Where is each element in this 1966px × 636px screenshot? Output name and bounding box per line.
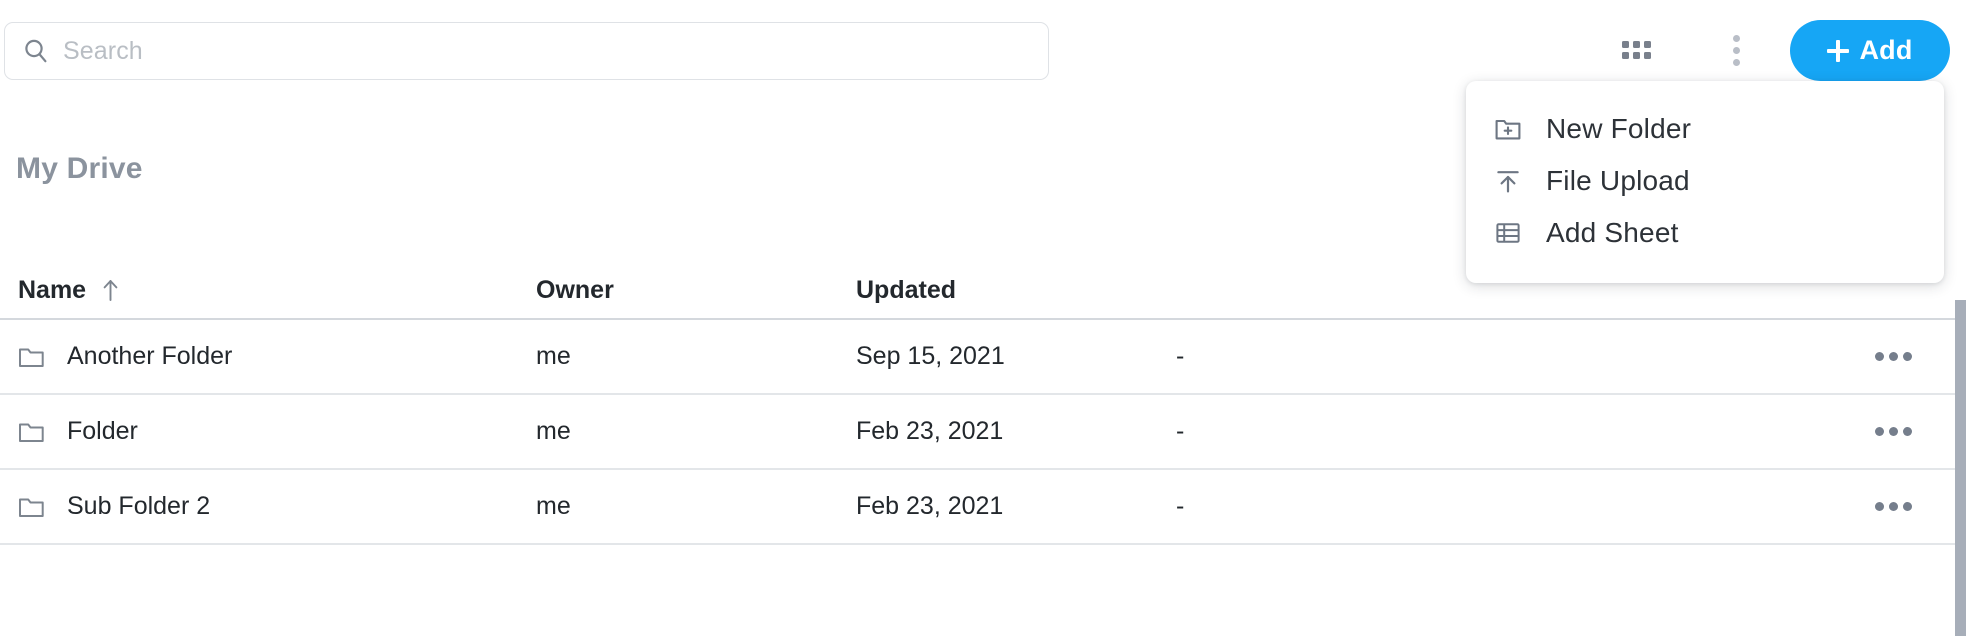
more-options-button[interactable] [1712,26,1760,74]
column-header-name[interactable]: Name [0,276,536,305]
table-row[interactable]: Another Folder me Sep 15, 2021 - [0,320,1960,395]
table-row[interactable]: Sub Folder 2 me Feb 23, 2021 - [0,470,1960,545]
file-name-cell: Folder [0,417,536,446]
file-size: - [1176,417,1185,445]
menu-item-add-sheet-label: Add Sheet [1546,217,1679,248]
menu-item-file-upload-label: File Upload [1546,165,1690,196]
row-actions-cell [1506,427,1960,436]
file-updated: Sep 15, 2021 [856,342,1005,370]
search-icon [23,38,49,64]
file-name-cell: Sub Folder 2 [0,492,536,521]
file-table: Name Owner Updated Another Folder me Sep… [0,262,1960,545]
ellipsis-icon[interactable] [1875,502,1912,511]
vertical-scrollbar[interactable] [1955,300,1966,636]
file-updated: Feb 23, 2021 [856,417,1004,445]
file-size: - [1176,342,1185,370]
page-title: My Drive [16,152,143,185]
column-header-owner-label: Owner [536,275,614,304]
scrollbar-thumb[interactable] [1955,300,1966,636]
file-size: - [1176,492,1185,520]
search-input[interactable] [63,36,1030,66]
menu-item-add-sheet[interactable]: Add Sheet [1466,207,1944,259]
file-name-cell: Another Folder [0,342,536,371]
column-header-name-label: Name [18,275,87,304]
file-name: Another Folder [67,342,233,370]
ellipsis-icon[interactable] [1875,427,1912,436]
plus-icon [1827,39,1850,62]
row-actions-cell [1506,502,1960,511]
sheet-icon [1494,219,1522,247]
add-button[interactable]: Add [1790,20,1950,81]
ellipsis-icon[interactable] [1875,352,1912,361]
upload-icon [1494,167,1522,195]
folder-plus-icon [1494,115,1522,143]
file-name: Folder [67,417,138,445]
add-dropdown-menu: New Folder File Upload Add Sheet [1466,81,1944,283]
grid-view-button[interactable] [1612,26,1660,74]
table-row[interactable]: Folder me Feb 23, 2021 - [0,395,1960,470]
file-updated: Feb 23, 2021 [856,492,1004,520]
grid-icon [1621,41,1651,59]
column-header-updated[interactable]: Updated [856,276,1176,305]
menu-item-new-folder[interactable]: New Folder [1466,103,1944,155]
search-box[interactable] [4,22,1049,80]
file-owner: me [536,492,571,520]
column-header-owner[interactable]: Owner [536,276,856,305]
kebab-menu-icon [1732,34,1740,66]
arrow-up-icon [102,278,119,302]
row-actions-cell [1506,352,1960,361]
folder-icon [18,420,45,444]
menu-item-file-upload[interactable]: File Upload [1466,155,1944,207]
file-owner: me [536,342,571,370]
menu-item-new-folder-label: New Folder [1546,113,1692,144]
file-owner: me [536,417,571,445]
column-header-updated-label: Updated [856,275,956,304]
add-button-label: Add [1859,35,1913,65]
drive-app: Add My Drive Name Owner Updated [0,0,1966,636]
folder-icon [18,345,45,369]
file-name: Sub Folder 2 [67,492,211,520]
folder-icon [18,495,45,519]
